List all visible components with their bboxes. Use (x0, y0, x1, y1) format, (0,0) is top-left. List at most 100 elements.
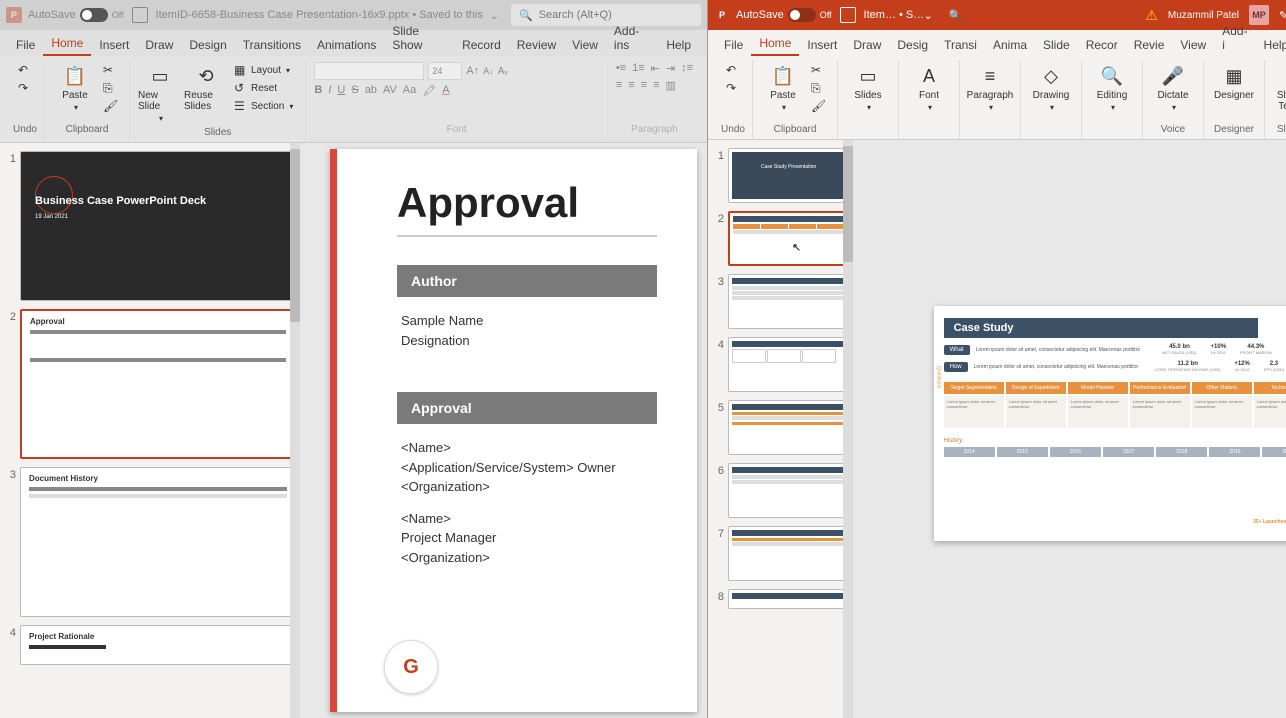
decrease-font-icon[interactable]: A↓ (483, 66, 494, 76)
thumb-row[interactable]: 1 Business Case PowerPoint Deck 19 Jan 2… (4, 151, 296, 301)
thumb-row[interactable]: 4 Project Rationale (4, 625, 296, 665)
chevron-down-icon[interactable]: ⌄ (490, 9, 499, 22)
search-button[interactable]: 🔍 (945, 4, 967, 26)
thumbnail[interactable] (728, 526, 849, 581)
toggle-icon[interactable] (788, 8, 816, 22)
slide-thumbnails-right[interactable]: 1Case Study Presentation 2↖ 3 4 5 6 7 8 (708, 140, 853, 718)
dictate-button[interactable]: 🎤Dictate▾ (1151, 62, 1195, 112)
cs-tab[interactable]: Technology (1254, 382, 1286, 394)
thumbnail[interactable] (728, 463, 849, 518)
redo-button[interactable]: ↷ (14, 80, 36, 96)
author-name[interactable]: Sample Name (401, 311, 653, 331)
format-painter-button[interactable]: 🖌 (807, 98, 829, 114)
layout-button[interactable]: ▦Layout▾ (230, 62, 297, 78)
columns-button[interactable]: ▥ (666, 79, 676, 92)
menu-file[interactable]: File (8, 34, 43, 56)
cs-tab[interactable]: Model Pipeline (1068, 382, 1128, 394)
slide-canvas-right[interactable]: Case Study Questions What Lorem ipsum do… (934, 306, 1286, 541)
strike-button[interactable]: S (351, 84, 358, 97)
menu-record[interactable]: Record (454, 34, 509, 56)
menu-animations[interactable]: Anima (985, 34, 1035, 56)
chip-what[interactable]: What (944, 345, 970, 355)
italic-button[interactable]: I (328, 84, 331, 97)
slide-editor-right[interactable]: Case Study Questions What Lorem ipsum do… (853, 140, 1286, 718)
thumbnail[interactable] (728, 589, 849, 609)
thumbnail[interactable]: ↖ (728, 211, 849, 266)
thumbnail-4[interactable]: Project Rationale (20, 625, 296, 665)
thumbnail[interactable]: Case Study Presentation (728, 148, 849, 203)
indent-dec-button[interactable]: ⇤ (651, 62, 660, 75)
menu-addins[interactable]: Add-i (1214, 20, 1255, 56)
approval-header[interactable]: Approval (397, 392, 657, 424)
chevron-down-icon[interactable]: ⌄ (924, 9, 933, 22)
font-button[interactable]: AFont▾ (907, 62, 951, 112)
drawing-button[interactable]: ◇Drawing▾ (1029, 62, 1073, 112)
spacing-button[interactable]: AV (383, 84, 397, 97)
align-right-button[interactable]: ≡ (641, 79, 647, 92)
copy-button[interactable]: ⎘ (99, 80, 121, 96)
menu-transitions[interactable]: Transi (936, 34, 985, 56)
line-spacing-button[interactable]: ↕≡ (681, 62, 693, 75)
justify-button[interactable]: ≡ (653, 79, 659, 92)
slide-editor-left[interactable]: Approval Author Sample Name Designation … (300, 143, 707, 718)
save-icon[interactable] (840, 7, 856, 23)
paste-button[interactable]: 📋Paste▾ (53, 62, 97, 112)
menu-addins[interactable]: Add-ins (606, 20, 658, 56)
scrollbar[interactable] (290, 143, 300, 718)
case-button[interactable]: Aa (403, 84, 416, 97)
editing-button[interactable]: 🔍Editing▾ (1090, 62, 1134, 112)
bold-button[interactable]: B (314, 84, 322, 97)
cs-tab[interactable]: Other Matters (1192, 382, 1252, 394)
chip-how[interactable]: How (944, 362, 968, 372)
reuse-slides-button[interactable]: ⟲Reuse Slides (184, 62, 228, 112)
align-left-button[interactable]: ≡ (616, 79, 622, 92)
menu-transitions[interactable]: Transitions (235, 34, 309, 56)
section-button[interactable]: ☰Section▾ (230, 98, 297, 114)
cs-tab[interactable]: Target Segmentation (944, 382, 1004, 394)
warning-icon[interactable]: ⚠ (1145, 7, 1158, 24)
menu-view[interactable]: View (564, 34, 606, 56)
menu-slideshow[interactable]: Slide (1035, 34, 1078, 56)
menu-draw[interactable]: Draw (137, 34, 181, 56)
document-title[interactable]: Item… • S… (864, 9, 924, 21)
undo-button[interactable]: ↶ (14, 62, 36, 78)
author-designation[interactable]: Designation (401, 331, 653, 351)
menu-review[interactable]: Revie (1126, 34, 1173, 56)
autosave-toggle[interactable]: AutoSave Off (736, 8, 832, 22)
cs-title[interactable]: Case Study (944, 318, 1259, 338)
menu-design[interactable]: Desig (889, 34, 936, 56)
menu-design[interactable]: Design (181, 34, 234, 56)
font-family-select[interactable] (314, 62, 424, 80)
reset-button[interactable]: ↺Reset (230, 80, 297, 96)
badge-circle[interactable]: G (384, 640, 438, 694)
thumbnail-2[interactable]: Approval (20, 309, 296, 459)
paste-button[interactable]: 📋Paste▾ (761, 62, 805, 112)
increase-font-icon[interactable]: A↑ (466, 65, 479, 77)
highlight-button[interactable]: 🖍 (422, 84, 436, 97)
thumb-row[interactable]: 2 Approval (4, 309, 296, 459)
menu-slideshow[interactable]: Slide Show (384, 20, 454, 56)
thumbnail-3[interactable]: Document History (20, 467, 296, 617)
approval-body[interactable]: <Name> <Application/Service/System> Owne… (397, 424, 657, 581)
save-icon[interactable] (132, 7, 148, 23)
redo-button[interactable]: ↷ (722, 80, 744, 96)
templates-button[interactable]: ▭SlideUpLift Templates (1273, 62, 1286, 112)
autosave-toggle[interactable]: AutoSave Off (28, 8, 124, 22)
menu-home[interactable]: Home (751, 32, 799, 56)
underline-button[interactable]: U (337, 84, 345, 97)
thumb-row[interactable]: 3 Document History (4, 467, 296, 617)
slides-button[interactable]: ▭Slides▾ (846, 62, 890, 112)
shadow-button[interactable]: ab (365, 84, 377, 97)
menu-help[interactable]: Help (658, 34, 699, 56)
menu-insert[interactable]: Insert (91, 34, 137, 56)
cut-button[interactable]: ✂ (99, 62, 121, 78)
numbering-button[interactable]: 1≡ (632, 62, 645, 75)
font-color-button[interactable]: A (442, 84, 449, 97)
cut-button[interactable]: ✂ (807, 62, 829, 78)
menu-review[interactable]: Review (509, 34, 564, 56)
menu-home[interactable]: Home (43, 32, 91, 56)
indent-inc-button[interactable]: ⇥ (666, 62, 675, 75)
menu-insert[interactable]: Insert (799, 34, 845, 56)
clear-format-icon[interactable]: Aₓ (498, 66, 508, 77)
font-size-select[interactable]: 24 (428, 62, 462, 80)
